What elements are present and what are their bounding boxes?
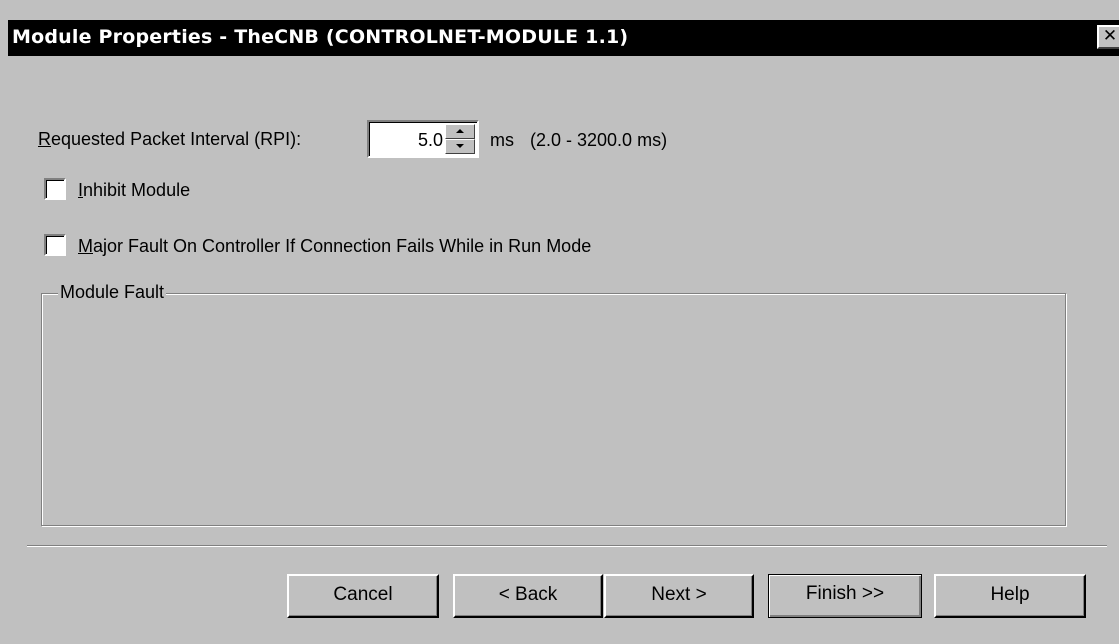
close-icon[interactable]: ✕ bbox=[1097, 25, 1119, 49]
module-fault-legend: Module Fault bbox=[58, 282, 167, 303]
rpi-label-text: equested Packet Interval (RPI): bbox=[51, 129, 302, 149]
major-fault-label[interactable]: Major Fault On Controller If Connection … bbox=[78, 236, 591, 257]
inhibit-module-checkbox[interactable] bbox=[44, 178, 66, 200]
back-button[interactable]: < Back bbox=[453, 574, 603, 618]
next-button[interactable]: Next > bbox=[604, 574, 754, 618]
major-fault-label-text: ajor Fault On Controller If Connection F… bbox=[93, 236, 592, 256]
title-bar[interactable]: Module Properties - TheCNB (CONTROLNET-M… bbox=[8, 20, 1119, 56]
rpi-range: (2.0 - 3200.0 ms) bbox=[530, 130, 668, 150]
rpi-label: Requested Packet Interval (RPI): bbox=[38, 129, 301, 150]
module-properties-dialog: Module Properties - TheCNB (CONTROLNET-M… bbox=[0, 0, 1119, 644]
cancel-button[interactable]: Cancel bbox=[287, 574, 439, 618]
rpi-spinner[interactable] bbox=[445, 124, 475, 154]
help-button[interactable]: Help bbox=[934, 574, 1086, 618]
major-fault-label-accesskey: M bbox=[78, 236, 93, 256]
spin-up-arrow-icon[interactable] bbox=[445, 124, 475, 139]
inhibit-module-label[interactable]: Inhibit Module bbox=[78, 180, 190, 201]
finish-button[interactable]: Finish >> bbox=[768, 574, 922, 618]
rpi-value[interactable]: 5.0 bbox=[418, 130, 443, 151]
rpi-label-accesskey: R bbox=[38, 129, 51, 149]
module-fault-group: Module Fault bbox=[41, 282, 1066, 526]
rpi-unit: ms bbox=[490, 130, 514, 150]
major-fault-checkbox[interactable] bbox=[44, 234, 66, 256]
separator bbox=[27, 545, 1107, 547]
spin-down-arrow-icon[interactable] bbox=[445, 139, 475, 154]
rpi-spin-field[interactable]: 5.0 bbox=[367, 120, 479, 158]
inhibit-label-text: nhibit Module bbox=[83, 180, 191, 200]
window-title: Module Properties - TheCNB (CONTROLNET-M… bbox=[12, 26, 629, 48]
